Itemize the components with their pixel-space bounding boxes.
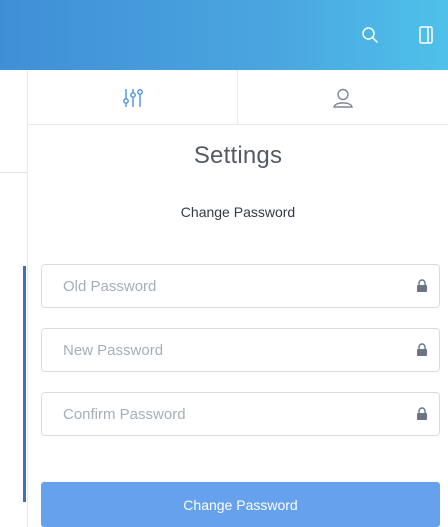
page-title: Settings [193,142,283,169]
change-password-button[interactable]: Change Password [41,482,440,527]
sidebar-panel-button[interactable] [414,23,438,47]
old-password-input[interactable] [42,265,402,307]
settings-panel: Settings Change Password Change Password [28,70,448,527]
confirm-password-input[interactable] [42,393,402,435]
new-password-field [41,328,440,372]
top-bar [0,0,448,70]
left-content-strip [0,70,28,527]
new-password-input[interactable] [42,329,402,371]
search-button[interactable] [358,23,382,47]
sidebar-panel-icon [419,26,433,44]
section-subtitle: Change Password [180,204,296,220]
user-icon [333,88,353,108]
divider [0,172,28,173]
tab-settings[interactable] [28,70,238,125]
lock-icon [417,407,427,420]
lock-icon [417,343,427,356]
sliders-icon [122,88,143,107]
panel-tabs [28,70,448,125]
search-icon [362,27,378,43]
confirm-password-field [41,392,440,436]
tab-profile[interactable] [238,70,448,125]
lock-icon [417,279,427,292]
active-indicator [23,266,26,502]
old-password-field [41,264,440,308]
change-password-button-label: Change Password [183,496,298,513]
